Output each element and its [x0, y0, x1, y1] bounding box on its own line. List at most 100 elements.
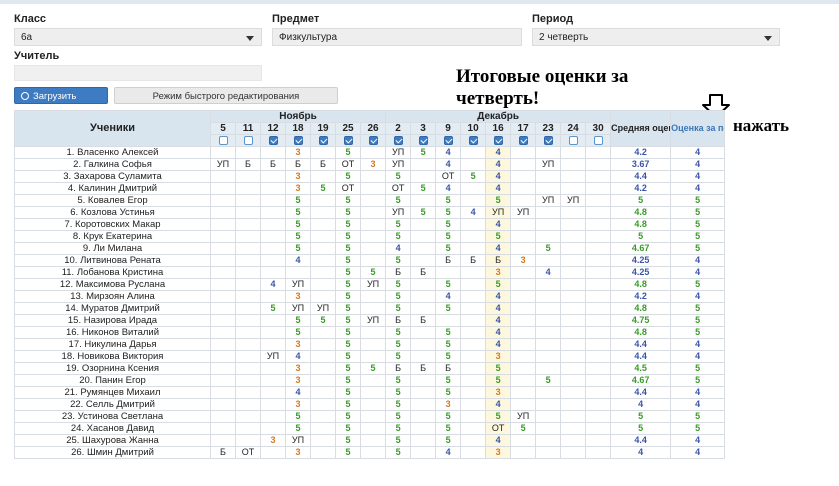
grade-cell[interactable]: ОТ	[435, 170, 462, 183]
grade-cell[interactable]: 4	[485, 170, 512, 183]
grade-cell[interactable]: 4	[435, 290, 462, 303]
grade-cell[interactable]	[510, 182, 537, 195]
grade-cell[interactable]	[410, 338, 437, 351]
grade-cell[interactable]	[535, 218, 562, 231]
grade-cell[interactable]: 5	[385, 410, 412, 423]
grade-cell[interactable]: 5	[510, 422, 537, 435]
grade-cell[interactable]: Б	[435, 362, 462, 375]
grade-cell[interactable]	[510, 278, 537, 291]
grade-cell[interactable]	[460, 434, 487, 447]
grade-cell[interactable]	[510, 290, 537, 303]
grade-cell[interactable]: 5	[335, 362, 361, 375]
grade-cell[interactable]	[260, 242, 286, 255]
grade-cell[interactable]: 5	[359, 362, 387, 375]
grade-cell[interactable]	[460, 278, 487, 291]
grade-cell[interactable]	[210, 434, 236, 447]
grade-cell[interactable]: 3	[485, 446, 512, 459]
grade-cell[interactable]	[560, 398, 587, 411]
grade-cell[interactable]	[585, 386, 612, 399]
grade-cell[interactable]: ОТ	[385, 182, 412, 195]
grade-cell[interactable]: 5	[385, 170, 412, 183]
student-name[interactable]: 5. Ковалев Егор	[14, 194, 211, 207]
grade-cell[interactable]	[410, 398, 437, 411]
grade-cell[interactable]	[210, 182, 236, 195]
grade-cell[interactable]	[410, 410, 437, 423]
checkbox-checked[interactable]	[493, 136, 503, 146]
grade-cell[interactable]	[560, 290, 587, 303]
grade-cell[interactable]	[235, 230, 261, 243]
grade-cell[interactable]	[210, 230, 236, 243]
final-grade[interactable]: 5	[670, 206, 726, 219]
grade-cell[interactable]	[210, 410, 236, 423]
student-name[interactable]: 1. Власенко Алексей	[14, 146, 211, 159]
grade-cell[interactable]	[560, 230, 587, 243]
day-header[interactable]: 17	[510, 122, 537, 135]
final-grade-header[interactable]: Оценка за период	[670, 110, 726, 147]
grade-cell[interactable]: 5	[285, 242, 311, 255]
grade-cell[interactable]	[310, 194, 336, 207]
grade-cell[interactable]	[410, 290, 437, 303]
grade-cell[interactable]: 5	[535, 374, 562, 387]
grade-cell[interactable]: 5	[385, 278, 412, 291]
grade-cell[interactable]	[260, 254, 286, 267]
grade-cell[interactable]: 3	[485, 350, 512, 363]
grade-cell[interactable]: 3	[285, 182, 311, 195]
grade-cell[interactable]	[560, 446, 587, 459]
grade-cell[interactable]	[359, 242, 387, 255]
grade-cell[interactable]	[585, 302, 612, 315]
grade-cell[interactable]: 5	[335, 170, 361, 183]
grade-cell[interactable]	[585, 194, 612, 207]
grade-cell[interactable]: 5	[435, 410, 462, 423]
final-grade[interactable]: 5	[670, 230, 726, 243]
grade-cell[interactable]	[460, 266, 487, 279]
grade-cell[interactable]	[359, 206, 387, 219]
final-grade[interactable]: 5	[670, 278, 726, 291]
grade-cell[interactable]	[535, 446, 562, 459]
grade-cell[interactable]	[210, 374, 236, 387]
grade-cell[interactable]: 3	[435, 398, 462, 411]
grade-cell[interactable]	[535, 302, 562, 315]
student-name[interactable]: 18. Новикова Виктория	[14, 350, 211, 363]
grade-cell[interactable]: 5	[410, 206, 437, 219]
checkbox-checked[interactable]	[343, 136, 353, 146]
grade-cell[interactable]: 5	[335, 434, 361, 447]
grade-cell[interactable]: 4	[260, 278, 286, 291]
grade-cell[interactable]: 5	[335, 290, 361, 303]
grade-cell[interactable]: Б	[260, 158, 286, 171]
grade-cell[interactable]	[410, 350, 437, 363]
grade-cell[interactable]	[359, 218, 387, 231]
checkbox-checked[interactable]	[468, 136, 478, 146]
student-name[interactable]: 20. Панин Егор	[14, 374, 211, 387]
grade-cell[interactable]: 3	[285, 374, 311, 387]
grade-cell[interactable]: Б	[310, 158, 336, 171]
grade-cell[interactable]	[460, 182, 487, 195]
grade-cell[interactable]: УП	[385, 158, 412, 171]
grade-cell[interactable]	[510, 362, 537, 375]
grade-cell[interactable]: 4	[485, 242, 512, 255]
grade-cell[interactable]	[460, 146, 487, 159]
grade-cell[interactable]	[359, 182, 387, 195]
grade-cell[interactable]: 5	[385, 302, 412, 315]
grade-cell[interactable]: 3	[285, 362, 311, 375]
grade-cell[interactable]: 5	[435, 278, 462, 291]
grade-cell[interactable]	[235, 266, 261, 279]
grade-cell[interactable]	[285, 266, 311, 279]
grade-cell[interactable]	[210, 218, 236, 231]
student-name[interactable]: 2. Галкина Софья	[14, 158, 211, 171]
checkbox-unchecked[interactable]	[243, 136, 253, 146]
grade-cell[interactable]	[460, 194, 487, 207]
grade-cell[interactable]: Б	[235, 158, 261, 171]
grade-cell[interactable]: 5	[335, 410, 361, 423]
final-grade[interactable]: 4	[670, 146, 726, 159]
grade-cell[interactable]: 5	[435, 194, 462, 207]
grade-cell[interactable]	[359, 146, 387, 159]
grade-cell[interactable]	[410, 446, 437, 459]
grade-cell[interactable]: 5	[359, 266, 387, 279]
grade-cell[interactable]	[235, 434, 261, 447]
grade-cell[interactable]	[210, 362, 236, 375]
grade-cell[interactable]	[410, 158, 437, 171]
grade-cell[interactable]: 5	[335, 446, 361, 459]
grade-cell[interactable]	[210, 254, 236, 267]
grade-cell[interactable]: 5	[385, 446, 412, 459]
grade-cell[interactable]: 3	[285, 338, 311, 351]
